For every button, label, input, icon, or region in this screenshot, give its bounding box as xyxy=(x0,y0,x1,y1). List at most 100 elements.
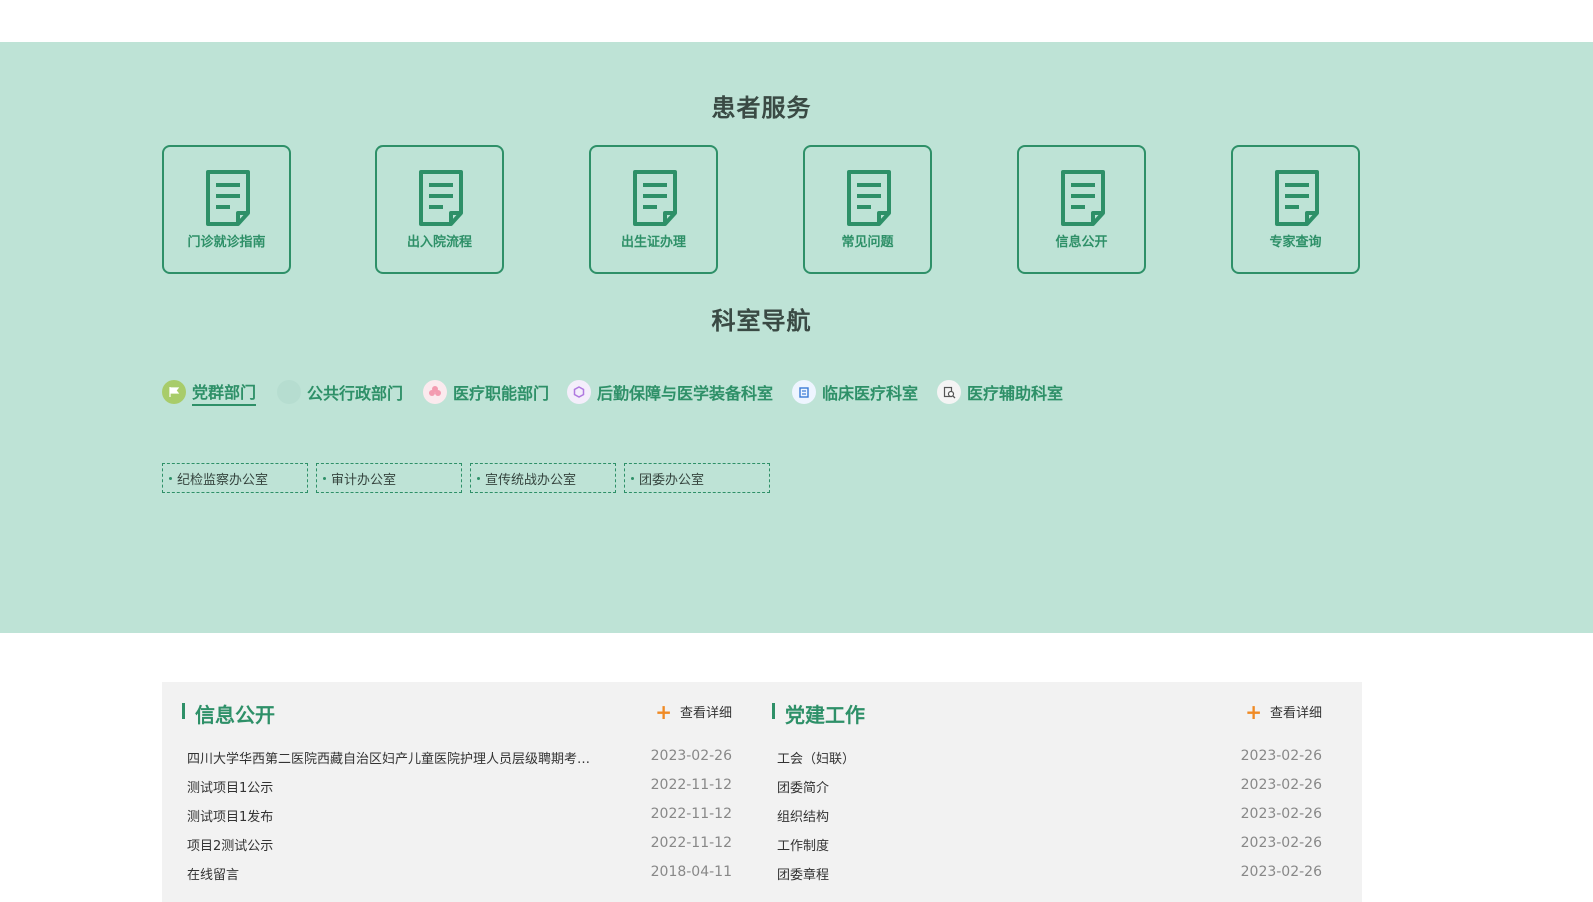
sub-item-audit-office[interactable]: 审计办公室 xyxy=(316,463,462,493)
tab-label: 临床医疗科室 xyxy=(822,384,919,403)
item-date: 2023-02-26 xyxy=(1240,835,1322,851)
service-faq[interactable]: 常见问题 xyxy=(803,145,932,274)
sub-item-discipline-office[interactable]: 纪检监察办公室 xyxy=(162,463,308,493)
item-title: 团委章程 xyxy=(777,868,830,883)
title-bar xyxy=(772,703,775,719)
item-title: 组织结构 xyxy=(777,810,830,825)
service-label: 门诊就诊指南 xyxy=(187,235,266,250)
service-info-disclosure[interactable]: 信息公开 xyxy=(1017,145,1146,274)
list-item[interactable]: 在线留言 2018-04-11 xyxy=(187,864,732,893)
bullet-dot xyxy=(169,476,172,480)
sub-item-label: 宣传统战办公室 xyxy=(485,472,577,488)
info-public-title: 信息公开 xyxy=(195,703,275,727)
service-admission-process[interactable]: 出入院流程 xyxy=(375,145,504,274)
tab-medical-auxiliary[interactable]: 医疗辅助科室 xyxy=(937,377,1063,407)
plus-icon: + xyxy=(1245,699,1262,724)
list-item[interactable]: 团委章程 2023-02-26 xyxy=(777,864,1322,893)
more-label: 查看详细 xyxy=(1269,706,1322,721)
sub-item-youth-league-office[interactable]: 团委办公室 xyxy=(624,463,770,493)
item-date: 2023-02-26 xyxy=(1240,748,1322,764)
service-expert-search[interactable]: 专家查询 xyxy=(1231,145,1360,274)
info-public-more-link[interactable]: + 查看详细 xyxy=(655,699,732,724)
top-strip xyxy=(0,0,1593,42)
tab-logistics-equipment[interactable]: 后勤保障与医学装备科室 xyxy=(567,377,773,407)
list-item[interactable]: 四川大学华西第二医院西藏自治区妇产儿童医院护理人员层级聘期考… 2023-02-2… xyxy=(187,748,732,777)
item-date: 2022-11-12 xyxy=(650,777,732,793)
list-item[interactable]: 工作制度 2023-02-26 xyxy=(777,835,1322,864)
tab-label: 公共行政部门 xyxy=(307,384,404,403)
plus-icon: + xyxy=(655,699,672,724)
item-title: 测试项目1公示 xyxy=(187,781,274,796)
title-bar xyxy=(182,703,185,719)
party-work-list: 工会（妇联） 2023-02-26 团委简介 2023-02-26 组织结构 2023… xyxy=(777,748,1322,893)
more-label: 查看详细 xyxy=(679,706,732,721)
tab-clinical[interactable]: 临床医疗科室 xyxy=(792,377,918,407)
list-item[interactable]: 测试项目1公示 2022-11-12 xyxy=(187,777,732,806)
item-date: 2022-11-12 xyxy=(650,835,732,851)
tab-label: 医疗辅助科室 xyxy=(967,384,1064,403)
item-title: 工会（妇联） xyxy=(777,752,856,767)
bullet-dot xyxy=(631,476,634,480)
service-outpatient-guide[interactable]: 门诊就诊指南 xyxy=(162,145,291,274)
item-title: 在线留言 xyxy=(187,868,240,883)
service-label: 信息公开 xyxy=(1055,235,1108,250)
document-icon xyxy=(1061,170,1105,226)
sub-item-label: 团委办公室 xyxy=(639,472,705,488)
tab-label: 党群部门 xyxy=(192,379,257,406)
hexagon-icon xyxy=(567,380,591,404)
document-icon xyxy=(206,170,250,226)
document-icon xyxy=(419,170,463,226)
sub-item-label: 纪检监察办公室 xyxy=(177,472,269,488)
sub-item-publicity-office[interactable]: 宣传统战办公室 xyxy=(470,463,616,493)
list-item[interactable]: 测试项目1发布 2022-11-12 xyxy=(187,806,732,835)
building-icon xyxy=(792,380,816,404)
info-public-header: 信息公开 + 查看详细 xyxy=(182,699,732,727)
service-birth-certificate[interactable]: 出生证办理 xyxy=(589,145,718,274)
green-band xyxy=(0,42,1593,633)
tab-label: 医疗职能部门 xyxy=(453,384,550,403)
list-item[interactable]: 工会（妇联） 2023-02-26 xyxy=(777,748,1322,777)
document-icon xyxy=(847,170,891,226)
item-title: 工作制度 xyxy=(777,839,830,854)
department-nav-title: 科室导航 xyxy=(711,307,812,335)
service-label: 出生证办理 xyxy=(620,235,686,250)
document-icon xyxy=(633,170,677,226)
item-date: 2022-11-12 xyxy=(650,806,732,822)
item-title: 项目2测试公示 xyxy=(187,839,274,854)
document-icon xyxy=(1275,170,1319,226)
party-work-column: 党建工作 + 查看详细 工会（妇联） 2023-02-26 团委简介 2023-02… xyxy=(752,682,1322,902)
item-title: 团委简介 xyxy=(777,781,830,796)
bullet-dot xyxy=(323,476,326,480)
item-title: 四川大学华西第二医院西藏自治区妇产儿童医院护理人员层级聘期考… xyxy=(187,752,591,767)
list-item[interactable]: 团委简介 2023-02-26 xyxy=(777,777,1322,806)
service-label: 常见问题 xyxy=(841,235,894,250)
item-date: 2023-02-26 xyxy=(1240,864,1322,880)
flag-icon xyxy=(162,380,186,404)
circle-icon xyxy=(277,380,301,404)
patient-services-grid: 门诊就诊指南 出入院流程 出生证办理 常见问题 信息公开 专家查询 xyxy=(162,145,1362,275)
news-panel: 信息公开 + 查看详细 四川大学华西第二医院西藏自治区妇产儿童医院护理人员层级聘… xyxy=(162,682,1362,902)
item-date: 2023-02-26 xyxy=(1240,806,1322,822)
sub-item-label: 审计办公室 xyxy=(331,472,397,488)
party-work-title: 党建工作 xyxy=(785,703,865,727)
service-label: 出入院流程 xyxy=(406,235,472,250)
item-date: 2023-02-26 xyxy=(1240,777,1322,793)
list-item[interactable]: 项目2测试公示 2022-11-12 xyxy=(187,835,732,864)
tab-public-admin[interactable]: 公共行政部门 xyxy=(277,377,403,407)
item-date: 2018-04-11 xyxy=(650,864,732,880)
list-item[interactable]: 组织结构 2023-02-26 xyxy=(777,806,1322,835)
party-work-header: 党建工作 + 查看详细 xyxy=(772,699,1322,727)
info-public-list: 四川大学华西第二医院西藏自治区妇产儿童医院护理人员层级聘期考… 2023-02-2… xyxy=(187,748,732,893)
tab-medical-function[interactable]: 医疗职能部门 xyxy=(423,377,549,407)
bullet-dot xyxy=(477,476,480,480)
tab-label: 后勤保障与医学装备科室 xyxy=(597,384,774,403)
item-title: 测试项目1发布 xyxy=(187,810,274,825)
info-public-column: 信息公开 + 查看详细 四川大学华西第二医院西藏自治区妇产儿童医院护理人员层级聘… xyxy=(162,682,732,902)
service-label: 专家查询 xyxy=(1269,235,1322,250)
patient-services-title: 患者服务 xyxy=(711,94,812,122)
flower-icon xyxy=(423,380,447,404)
tab-party-mass[interactable]: 党群部门 xyxy=(162,377,257,407)
item-date: 2023-02-26 xyxy=(650,748,732,764)
party-work-more-link[interactable]: + 查看详细 xyxy=(1245,699,1322,724)
magnifier-icon xyxy=(937,380,961,404)
